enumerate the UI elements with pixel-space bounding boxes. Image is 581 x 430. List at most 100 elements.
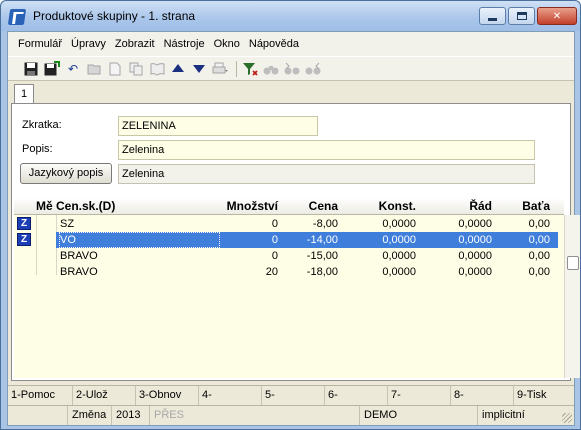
status-blank [8, 406, 68, 425]
grid-header: Mě Cen.sk.(D) Množství Cena Konst. Řád B… [14, 198, 564, 215]
fkey-6[interactable]: 6- [325, 386, 388, 405]
cell-cena: -18,00 [306, 266, 338, 278]
fkey-3-obnov[interactable]: 3-Obnov [136, 386, 199, 405]
fkey-9-tisk[interactable]: 9-Tisk [514, 386, 574, 405]
cell-rad: 0,0000 [458, 266, 492, 278]
open-folder-icon [85, 60, 103, 78]
zkratka-field[interactable]: ZELENINA [118, 116, 318, 136]
fkey-2-uloz[interactable]: 2-Ulož [73, 386, 136, 405]
menu-okno[interactable]: Okno [214, 38, 240, 50]
cell-konst: 0,0000 [382, 266, 416, 278]
popis-label: Popis: [22, 143, 53, 155]
client-area: Formulář Úpravy Zobrazit Nástroje Okno N… [7, 31, 580, 426]
cell-konst: 0,0000 [382, 250, 416, 262]
status-profile: implicitní [482, 409, 525, 421]
col-header-mnozstvi[interactable]: Množství [214, 199, 278, 213]
cell-bata: 0,00 [528, 234, 550, 246]
fkey-7[interactable]: 7- [388, 386, 451, 405]
binoculars-prev-icon [283, 60, 301, 78]
filter-icon[interactable] [241, 60, 259, 78]
resize-grip-icon[interactable] [562, 413, 572, 423]
menu-upravy[interactable]: Úpravy [71, 38, 106, 50]
col-header-cena[interactable]: Cena [284, 199, 338, 213]
toolbar-separator [236, 60, 237, 77]
grid-scrollbar[interactable] [564, 215, 580, 378]
price-grid: Mě Cen.sk.(D) Množství Cena Konst. Řád B… [14, 198, 564, 378]
minimize-icon [488, 17, 497, 21]
new-document-icon [106, 60, 124, 78]
cell-bata: 0,00 [528, 218, 550, 230]
menu-zobrazit[interactable]: Zobrazit [115, 38, 155, 50]
focus-rectangle [59, 232, 220, 248]
cell-konst: 0,0000 [382, 234, 416, 246]
col-header-me[interactable]: Mě [36, 199, 53, 213]
table-row[interactable]: Z VO 0 -14,00 0,0000 0,0000 0,00 [14, 232, 558, 248]
cell-bata: 0,00 [528, 250, 550, 262]
menu-nastroje[interactable]: Nástroje [164, 38, 205, 50]
arrow-down-icon[interactable] [190, 60, 208, 78]
table-row[interactable]: BRAVO 0 -15,00 0,0000 0,0000 0,00 [14, 248, 558, 264]
status-year: 2013 [112, 406, 150, 425]
col-header-rad[interactable]: Řád [424, 199, 492, 213]
function-key-bar: 1-Pomoc 2-Ulož 3-Obnov 4- 5- 6- 7- 8- 9-… [8, 385, 574, 405]
cell-censk: BRAVO [60, 250, 98, 262]
cell-censk: SZ [60, 218, 75, 230]
row-cells: BRAVO 0 -15,00 0,0000 0,0000 0,00 [56, 248, 558, 264]
binoculars-icon [262, 60, 280, 78]
undo-icon[interactable]: ↶ [64, 60, 82, 78]
save-as-icon[interactable] [43, 60, 61, 78]
scrollbar-thumb[interactable] [567, 256, 579, 270]
arrow-up-icon[interactable] [169, 60, 187, 78]
cell-mnozstvi: 20 [265, 266, 278, 278]
status-bar: Změna 2013 PŘES DEMO implicitní [8, 405, 574, 425]
zone-flag-icon: Z [17, 233, 31, 246]
fkey-1-pomoc[interactable]: 1-Pomoc [8, 386, 73, 405]
jazykovy-popis-field: Zelenina [118, 164, 535, 184]
menu-formular[interactable]: Formulář [18, 38, 62, 50]
col-header-censk[interactable]: Cen.sk.(D) [56, 199, 115, 213]
row-cells: BRAVO 20 -18,00 0,0000 0,0000 0,00 [56, 264, 558, 280]
app-window: Produktové skupiny - 1. strana ✕ Formulá… [0, 0, 581, 430]
zone-flag-icon: Z [17, 217, 31, 230]
close-icon: ✕ [552, 10, 562, 22]
minimize-button[interactable] [479, 7, 506, 25]
cell-rad: 0,0000 [458, 234, 492, 246]
cell-cena: -15,00 [306, 250, 338, 262]
cell-mnozstvi: 0 [271, 218, 278, 230]
tab-1[interactable]: 1 [14, 84, 34, 104]
title-bar[interactable]: Produktové skupiny - 1. strana ✕ [1, 1, 580, 31]
col-header-bata[interactable]: Baťa [498, 199, 550, 213]
col-header-konst[interactable]: Konst. [344, 199, 416, 213]
book-icon [148, 60, 166, 78]
window-title: Produktové skupiny - 1. strana [33, 9, 196, 23]
save-icon[interactable] [22, 60, 40, 78]
app-logo-icon [7, 9, 27, 25]
fkey-4[interactable]: 4- [199, 386, 262, 405]
fkey-5[interactable]: 5- [262, 386, 325, 405]
popis-field[interactable]: Zelenina [118, 140, 535, 160]
status-database: DEMO [360, 406, 478, 425]
close-button[interactable]: ✕ [537, 7, 577, 25]
maximize-button[interactable] [508, 7, 535, 25]
row-cells: SZ 0 -8,00 0,0000 0,0000 0,00 [56, 216, 558, 232]
form-panel: Zkratka: ZELENINA Popis: Zelenina Jazyko… [11, 103, 580, 381]
table-row[interactable]: BRAVO 20 -18,00 0,0000 0,0000 0,00 [14, 264, 558, 280]
cell-mnozstvi: 0 [271, 234, 278, 246]
cell-cena: -8,00 [312, 218, 338, 230]
status-overwrite: PŘES [150, 406, 360, 425]
cell-cena: -14,00 [306, 234, 338, 246]
menu-bar: Formulář Úpravy Zobrazit Nástroje Okno N… [8, 32, 574, 56]
fkey-8[interactable]: 8- [451, 386, 514, 405]
jazykovy-popis-button[interactable]: Jazykový popis [20, 163, 112, 184]
binoculars-next-icon [304, 60, 322, 78]
cell-konst: 0,0000 [382, 218, 416, 230]
copy-icon [127, 60, 145, 78]
cell-rad: 0,0000 [458, 218, 492, 230]
print-icon [211, 60, 229, 78]
cell-mnozstvi: 0 [271, 250, 278, 262]
menu-napoveda[interactable]: Nápověda [249, 38, 299, 50]
zkratka-label: Zkratka: [22, 119, 62, 131]
table-row[interactable]: Z SZ 0 -8,00 0,0000 0,0000 0,00 [14, 216, 558, 232]
cell-bata: 0,00 [528, 266, 550, 278]
maximize-icon [516, 12, 527, 20]
